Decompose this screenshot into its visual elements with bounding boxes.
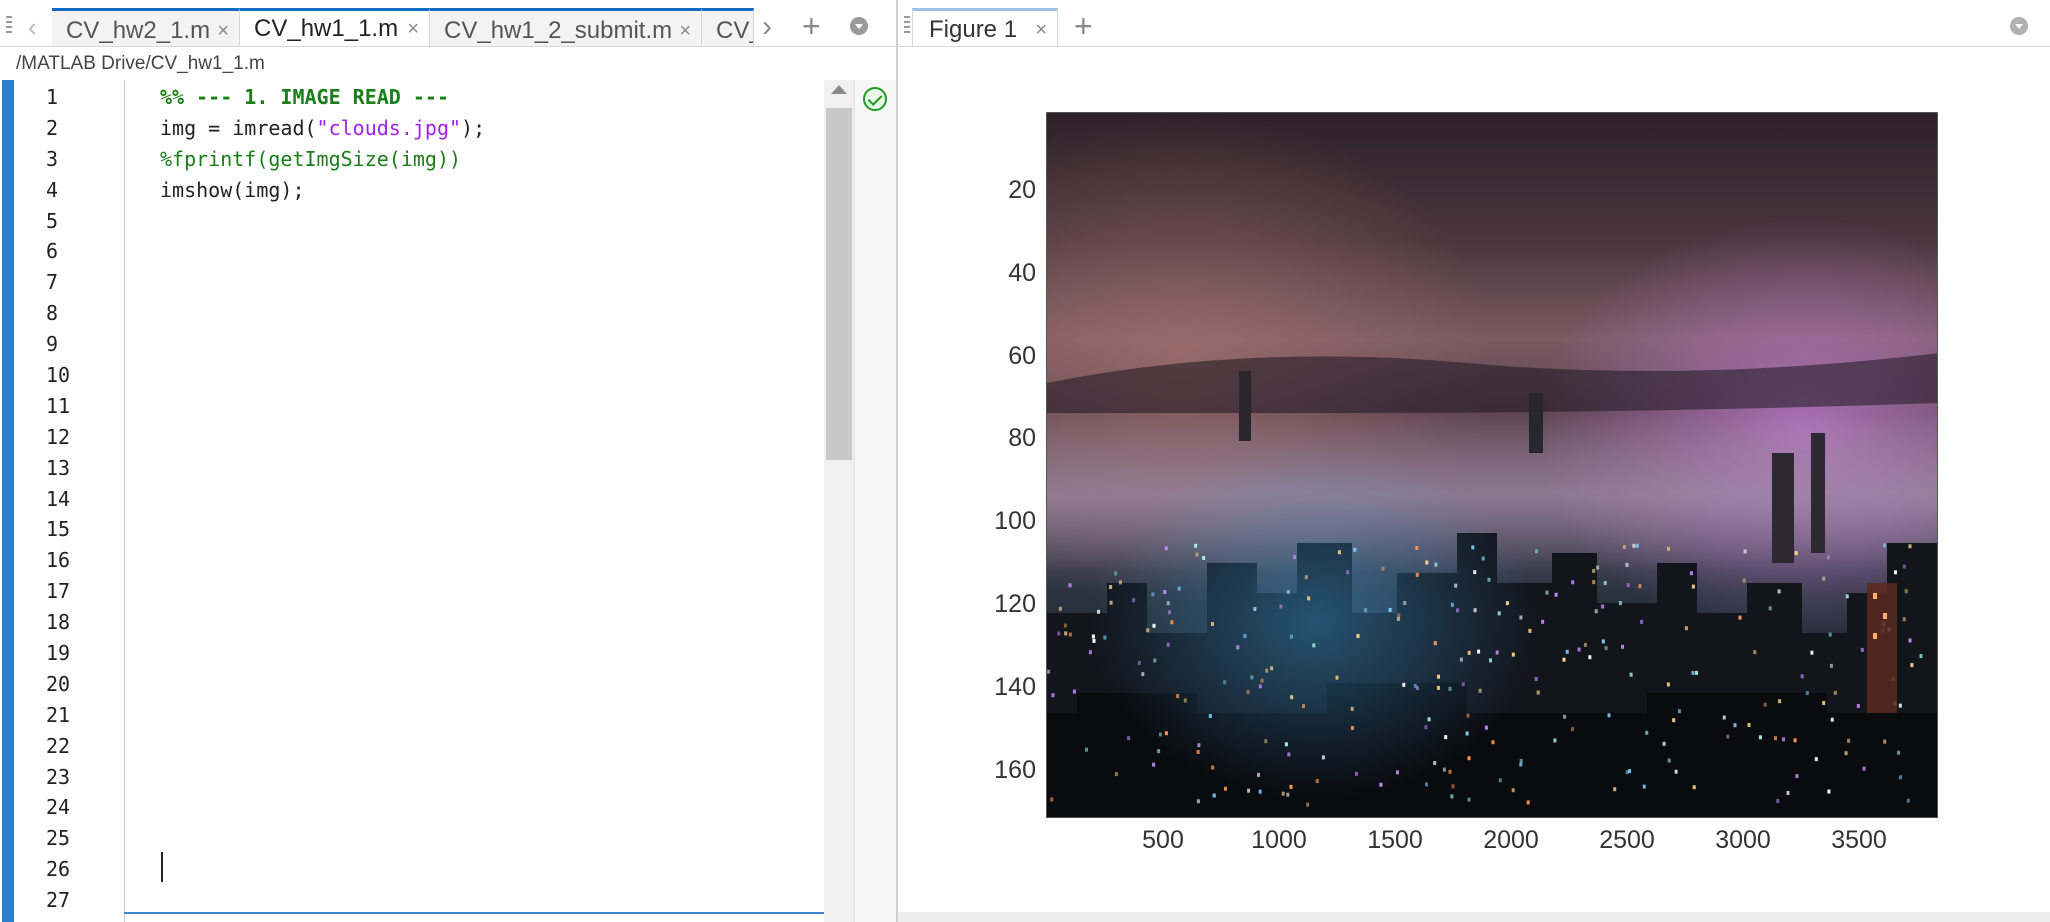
line-number: 19 [46,641,71,666]
editor-pane: ‹ CV_hw2_1.m × CV_hw1_1.m × CV_hw1_2_sub… [0,0,897,922]
tab-cv-hw1-2-submit[interactable]: CV_hw1_2_submit.m × [430,8,702,46]
text-caret [161,852,163,882]
x-tick-label: 2500 [1599,826,1655,854]
line-number: 21 [46,702,71,727]
y-tick-label: 80 [1008,424,1036,453]
file-path-breadcrumb: /MATLAB Drive/CV_hw1_1.m [16,53,265,74]
tab-label: CV_hw1_1.m [254,15,399,42]
add-tab-icon[interactable]: + [802,8,821,45]
x-tick-label: 1500 [1367,826,1423,854]
line-number: 23 [46,764,71,789]
close-icon[interactable]: × [407,11,419,46]
tab-label: CV_hw2_1.m [66,17,211,44]
x-tick-label: 2000 [1483,826,1539,854]
line-number: 27 [46,888,71,913]
line-number: 24 [46,795,71,820]
line-number: 22 [46,733,71,758]
line-number: 25 [46,826,71,851]
code-analyzer-bar [854,80,897,922]
figure-footer-bar [898,912,2050,922]
y-tick-label: 60 [1008,341,1036,370]
editor-tabbar: ‹ CV_hw2_1.m × CV_hw1_1.m × CV_hw1_2_sub… [0,8,896,47]
y-tick-label: 100 [994,507,1036,536]
tab-scroll-left-icon[interactable]: ‹ [28,12,37,43]
check-circle-icon[interactable] [863,87,887,111]
close-icon[interactable]: × [679,11,691,46]
drag-handle[interactable] [6,16,12,36]
code-line-4[interactable]: imshow(img); [160,175,485,206]
code-string-token: "clouds.jpg" [316,115,462,140]
line-number: 4 [46,177,59,202]
figure-axes[interactable] [1046,112,1938,818]
line-number: 9 [46,332,59,357]
code-line-3[interactable]: %fprintf(getImgSize(img)) [160,144,485,175]
figure-tabbar: Figure 1 × + [898,8,2050,47]
y-tick-label: 160 [994,755,1036,784]
x-tick-label: 500 [1142,826,1184,854]
tab-label: CV_hw1_2_submit.m [444,17,673,44]
close-icon[interactable]: × [217,11,229,46]
x-tick-label: 3500 [1831,826,1887,854]
editor-focus-bar [2,80,14,922]
tab-menu-icon[interactable] [850,17,868,35]
figure-pane: Figure 1 × + 20 40 60 80 100 120 140 160… [898,0,2050,922]
code-text[interactable]: %% --- 1. IMAGE READ --- img = imread("c… [160,82,485,206]
line-number: 12 [46,424,71,449]
tab-cv-hw2-1[interactable]: CV_hw2_1.m × [52,8,240,46]
line-number-gutter: 1 2 3 4 5 6 7 8 9 10 11 12 13 14 15 16 17 18 19 20 21 22 23 24 2… [14,80,125,922]
line-number: 16 [46,548,71,573]
tab-label: Figure 1 [929,16,1018,43]
code-token: img = imread( [160,115,317,140]
line-number: 14 [46,486,71,511]
y-tick-label: 140 [994,672,1036,701]
y-tick-label: 40 [1008,258,1036,287]
code-line-2[interactable]: img = imread("clouds.jpg"); [160,113,485,144]
x-tick-label: 3000 [1715,826,1771,854]
y-tick-label: 120 [994,590,1036,618]
line-number: 20 [46,671,71,696]
line-number: 8 [46,301,59,326]
tab-figure-1[interactable]: Figure 1 × [912,8,1058,46]
scrollbar-thumb[interactable] [826,108,852,460]
section-divider [124,912,824,914]
line-number: 26 [46,857,71,882]
line-number: 3 [46,146,59,171]
code-line-1[interactable]: %% --- 1. IMAGE READ --- [160,82,485,113]
close-icon[interactable]: × [1035,11,1047,49]
x-tick-label: 1000 [1251,826,1307,854]
code-editor[interactable]: 1 2 3 4 5 6 7 8 9 10 11 12 13 14 15 16 17 18 19 20 21 22 23 24 2… [0,80,897,922]
tab-cv-hw1-1[interactable]: CV_hw1_1.m × [240,8,430,46]
line-number: 6 [46,239,59,264]
code-token: ); [461,115,486,140]
line-numbers: 1 2 3 4 5 6 7 8 9 10 11 12 13 14 15 16 17 18 19 20 21 22 23 24 2… [14,82,124,916]
tab-label: CV_ [716,17,753,44]
add-tab-icon[interactable]: + [1074,8,1093,45]
tab-cv-truncated[interactable]: CV_ [702,8,754,46]
line-number: 10 [46,363,71,388]
line-number: 7 [46,270,59,295]
line-number: 2 [46,115,59,140]
clouds-city-image [1047,113,1937,817]
line-number: 18 [46,610,71,635]
line-number: 17 [46,579,71,604]
scroll-up-icon[interactable] [831,85,847,94]
line-number: 15 [46,517,71,542]
vertical-scrollbar[interactable] [824,80,854,922]
line-number: 1 [46,85,59,109]
line-number: 5 [46,208,59,233]
y-tick-label: 20 [1008,176,1036,204]
chevron-right-icon[interactable]: › [762,10,772,44]
tab-menu-icon[interactable] [2010,17,2028,35]
line-number: 11 [46,393,71,418]
line-number: 13 [46,455,71,480]
drag-handle[interactable] [904,16,910,36]
